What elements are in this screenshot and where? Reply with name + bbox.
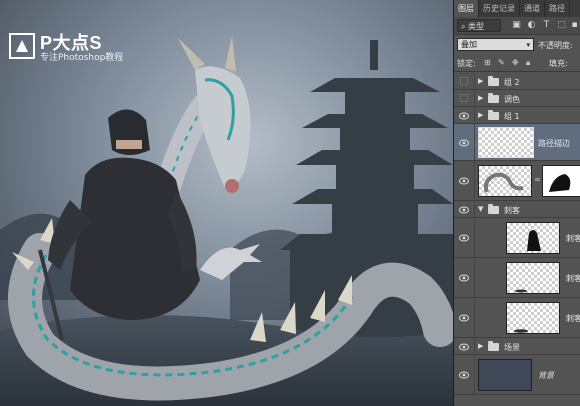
link-icon: ∞ bbox=[534, 175, 541, 184]
layer-name: 刺客 bbox=[504, 206, 520, 215]
layer-path-stroke[interactable]: 路径描边 bbox=[454, 124, 580, 161]
layer-thumbnail bbox=[506, 222, 560, 254]
tab-layers[interactable]: 图层 bbox=[454, 0, 479, 17]
blend-row: 叠加 ▾ 不透明度: bbox=[454, 36, 580, 54]
chevron-down-icon: ▾ bbox=[526, 41, 530, 49]
layer-name: 刺客 bbox=[566, 274, 580, 283]
image-filter-icon[interactable]: ▣ bbox=[512, 21, 521, 30]
layer-group-assassin[interactable]: ▼ 刺客 bbox=[454, 201, 580, 218]
layers-list: ▶ 组 2 ▶ 调色 ▶ 组 1 路径描边 ∞ ▼ 刺客 刺 刺 刺 ▶ 场景 … bbox=[454, 73, 580, 406]
opacity-label: 不透明度: bbox=[538, 41, 573, 50]
blend-mode-select[interactable]: 叠加 ▾ bbox=[457, 38, 534, 51]
layer-thumbnail bbox=[478, 359, 532, 391]
lock-brush-icon[interactable]: ✎ bbox=[498, 58, 505, 67]
logo-icon bbox=[8, 32, 36, 60]
layer-dragon-masked[interactable]: ∞ bbox=[454, 161, 580, 201]
eye-icon[interactable] bbox=[459, 314, 469, 322]
tab-paths[interactable]: 路径 bbox=[545, 0, 570, 17]
layer-assassin-3[interactable]: 刺客 bbox=[454, 298, 580, 338]
layer-thumbnail bbox=[506, 302, 560, 334]
lock-label: 锁定: bbox=[457, 59, 476, 68]
eye-icon[interactable] bbox=[459, 177, 469, 185]
layer-name: 组 2 bbox=[504, 78, 520, 87]
adjustment-filter-icon[interactable]: ◐ bbox=[527, 21, 536, 30]
smart-object-filter-icon[interactable]: ▪ bbox=[570, 21, 579, 30]
layer-assassin-1[interactable]: 刺客 bbox=[454, 218, 580, 258]
layers-panel: 图层 历史记录 通道 路径 ⌕ 类型 ▣ ◐ T ⬚ ▪ 叠加 ▾ 不透明度: 锁… bbox=[453, 0, 580, 406]
eye-icon[interactable] bbox=[459, 112, 469, 120]
expand-arrow-icon[interactable]: ▶ bbox=[478, 94, 483, 102]
search-icon: ⌕ bbox=[461, 22, 466, 31]
folder-icon bbox=[488, 341, 499, 351]
folder-icon bbox=[488, 204, 499, 214]
layer-thumbnail bbox=[478, 127, 534, 158]
fill-label: 填充: bbox=[549, 59, 568, 68]
collapse-arrow-icon[interactable]: ▼ bbox=[478, 205, 483, 213]
layer-name: 场景 bbox=[504, 343, 520, 352]
layer-thumbnail bbox=[506, 262, 560, 294]
layer-name: 刺客 bbox=[566, 234, 580, 243]
shape-filter-icon[interactable]: ⬚ bbox=[557, 21, 566, 30]
layer-group-1[interactable]: ▶ 组 1 bbox=[454, 107, 580, 124]
lock-transparent-icon[interactable]: ⊞ bbox=[484, 58, 491, 67]
eye-icon[interactable] bbox=[459, 274, 469, 282]
eye-icon[interactable] bbox=[459, 139, 469, 147]
layer-group-scene[interactable]: ▶ 场景 bbox=[454, 338, 580, 355]
expand-arrow-icon[interactable]: ▶ bbox=[478, 111, 483, 119]
layer-name: 背景 bbox=[538, 371, 554, 380]
type-filter-icon[interactable]: T bbox=[542, 21, 551, 30]
layer-background[interactable]: 背景 bbox=[454, 355, 580, 395]
lock-all-icon[interactable]: 🔒︎ bbox=[526, 58, 530, 68]
filter-kind-value: 类型 bbox=[468, 22, 485, 31]
eye-icon[interactable] bbox=[459, 206, 469, 214]
filter-row: ⌕ 类型 ▣ ◐ T ⬚ ▪ bbox=[454, 17, 580, 35]
panel-tabs: 图层 历史记录 通道 路径 bbox=[454, 0, 580, 17]
expand-arrow-icon[interactable]: ▶ bbox=[478, 342, 483, 350]
visibility-toggle-off[interactable] bbox=[460, 94, 468, 102]
eye-icon[interactable] bbox=[459, 343, 469, 351]
tab-channels[interactable]: 通道 bbox=[520, 0, 545, 17]
layer-name: 组 1 bbox=[504, 112, 520, 121]
lock-move-icon[interactable]: ✥ bbox=[512, 58, 519, 67]
lock-row: 锁定: ⊞ ✎ ✥ 🔒︎ 填充: bbox=[454, 55, 580, 72]
eye-icon[interactable] bbox=[459, 371, 469, 379]
layer-assassin-2[interactable]: 刺客 bbox=[454, 258, 580, 298]
layer-mask-thumbnail[interactable] bbox=[542, 165, 580, 197]
layer-group-toning[interactable]: ▶ 调色 bbox=[454, 90, 580, 107]
layer-name: 路径描边 bbox=[538, 139, 570, 148]
expand-arrow-icon[interactable]: ▶ bbox=[478, 77, 483, 85]
layer-name: 调色 bbox=[504, 95, 520, 104]
tab-history[interactable]: 历史记录 bbox=[479, 0, 520, 17]
blend-mode-value: 叠加 bbox=[461, 40, 477, 49]
layer-thumbnail bbox=[478, 165, 532, 197]
folder-icon bbox=[488, 110, 499, 120]
filter-kind-select[interactable]: ⌕ 类型 bbox=[457, 19, 501, 32]
visibility-toggle-off[interactable] bbox=[460, 77, 468, 85]
logo-subtitle: 专注Photoshop教程 bbox=[40, 53, 124, 63]
layer-group-2[interactable]: ▶ 组 2 bbox=[454, 73, 580, 90]
layer-name: 刺客 bbox=[566, 314, 580, 323]
folder-icon bbox=[488, 93, 499, 103]
folder-icon bbox=[488, 76, 499, 86]
eye-icon[interactable] bbox=[459, 234, 469, 242]
document-canvas[interactable]: P大点S 专注Photoshop教程 bbox=[0, 0, 453, 406]
